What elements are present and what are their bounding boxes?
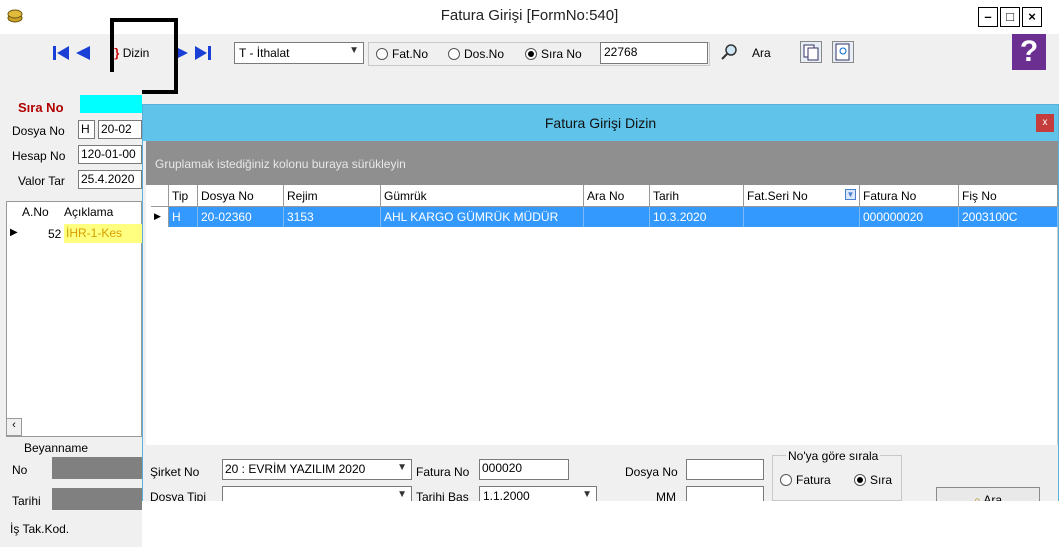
ara-button[interactable]: Ara	[716, 42, 786, 64]
sort-radio-fatura[interactable]	[780, 474, 792, 486]
dialog-bottom-strip	[142, 501, 1059, 547]
col-header[interactable]: Rejim	[284, 185, 381, 207]
sort-sira-label[interactable]: Sıra	[870, 473, 892, 487]
maximize-button[interactable]: □	[1000, 7, 1020, 27]
close-button[interactable]: ×	[1022, 7, 1042, 27]
beyanname-tarihi-field[interactable]	[52, 488, 142, 510]
is-tak-label: İş Tak.Kod.	[10, 522, 70, 536]
row-ano: 52	[48, 227, 62, 241]
table-cell: AHL KARGO GÜMRÜK MÜDÜR	[381, 207, 584, 227]
sirket-no-value: 20 : EVRİM YAZILIM 2020	[225, 462, 366, 476]
row-aciklama[interactable]: İHR-1-Kes	[64, 224, 142, 243]
scroll-left-button[interactable]: ‹	[6, 418, 22, 436]
dosya-no-filter-label: Dosya No	[625, 465, 678, 479]
fatura-no-label: Fatura No	[416, 465, 470, 479]
dosya-no-field[interactable]: 20-02	[98, 120, 142, 139]
dosya-no-label: Dosya No	[12, 124, 65, 138]
col-header[interactable]: Ara No	[584, 185, 650, 207]
chevron-down-icon: ▼	[397, 462, 407, 473]
col-header[interactable]: Fatura No	[860, 185, 959, 207]
sirket-no-select[interactable]: 20 : EVRİM YAZILIM 2020 ▼	[222, 459, 412, 480]
chevron-down-icon: ▼	[349, 45, 359, 56]
sort-fatura-label[interactable]: Fatura	[796, 473, 831, 487]
search-input[interactable]: 22768	[600, 42, 708, 64]
col-header-label: Fat.Seri No	[747, 189, 808, 203]
beyanname-no-label: No	[12, 463, 28, 477]
radio-fat-no-label[interactable]: Fat.No	[392, 47, 428, 61]
valor-tar-field[interactable]: 25.4.2020	[78, 170, 142, 189]
table-cell: 20-02360	[198, 207, 284, 227]
last-record-icon[interactable]	[194, 44, 212, 62]
col-header[interactable]: Dosya No	[198, 185, 284, 207]
col-aciklama: Açıklama	[64, 205, 114, 219]
preview-icon[interactable]	[832, 41, 854, 63]
hesap-no-label: Hesap No	[12, 149, 66, 163]
row-pointer-icon: ▶	[151, 207, 169, 227]
previous-record-icon[interactable]	[74, 44, 92, 62]
table-row[interactable]: ▶ H 20-02360 3153 AHL KARGO GÜMRÜK MÜDÜR…	[151, 207, 1058, 227]
radio-sira-no-label[interactable]: Sıra No	[541, 47, 582, 61]
row-indicator-header	[151, 185, 169, 207]
radio-fat-no[interactable]	[376, 48, 388, 60]
col-header-fat-seri[interactable]: Fat.Seri No ▼	[744, 185, 860, 207]
table-cell: 2003100C	[959, 207, 1058, 227]
dosya-no-prefix-field[interactable]: H	[78, 120, 95, 139]
beyanname-tarihi-label: Tarihi	[12, 494, 41, 508]
table-cell: 10.3.2020	[650, 207, 744, 227]
results-grid: Tip Dosya No Rejim Gümrük Ara No Tarih F…	[151, 185, 1058, 445]
col-header[interactable]: Fiş No	[959, 185, 1058, 207]
col-header[interactable]: Tarih	[650, 185, 744, 207]
col-ano: A.No	[22, 205, 49, 219]
table-cell: 000000020	[860, 207, 959, 227]
import-type-value: T - İthalat	[239, 46, 290, 60]
chevron-down-icon: ▼	[397, 489, 407, 500]
col-header[interactable]: Gümrük	[381, 185, 584, 207]
table-cell	[584, 207, 650, 227]
first-record-icon[interactable]	[52, 44, 70, 62]
group-by-area[interactable]: Gruplamak istediğiniz kolonu buraya sürü…	[146, 141, 1058, 185]
table-cell	[744, 207, 860, 227]
beyanname-no-field[interactable]	[52, 457, 142, 479]
search-icon	[720, 43, 738, 64]
sirket-no-label: Şirket No	[150, 465, 200, 479]
ara-label: Ara	[752, 46, 771, 60]
sira-no-field[interactable]	[80, 95, 142, 113]
dizin-dialog: Fatura Girişi Dizin x Gruplamak istediği…	[142, 104, 1059, 547]
sort-group-label: No'ya göre sırala	[786, 449, 881, 463]
sort-radio-sira[interactable]	[854, 474, 866, 486]
filter-icon[interactable]: ▼	[845, 189, 856, 200]
chevron-down-icon: ▼	[582, 489, 592, 500]
table-cell: 3153	[284, 207, 381, 227]
dialog-title-bar: Fatura Girişi Dizin x	[143, 105, 1058, 141]
dialog-title: Fatura Girişi Dizin	[544, 115, 657, 131]
row-pointer-icon: ▶	[10, 227, 18, 238]
radio-dos-no-label[interactable]: Dos.No	[464, 47, 504, 61]
help-icon[interactable]: ?	[1012, 34, 1046, 70]
minimize-button[interactable]: –	[978, 7, 998, 27]
valor-tar-label: Valor Tar	[18, 174, 65, 188]
radio-dos-no[interactable]	[448, 48, 460, 60]
dialog-close-button[interactable]: x	[1036, 114, 1054, 132]
beyanname-label: Beyanname	[24, 441, 89, 455]
copy-icon[interactable]	[800, 41, 822, 63]
fatura-no-field[interactable]: 000020	[479, 459, 569, 480]
sira-no-label: Sıra No	[18, 100, 64, 115]
hesap-no-field[interactable]: 120-01-00	[78, 145, 142, 164]
import-type-select[interactable]: T - İthalat ▼	[234, 42, 364, 64]
radio-sira-no[interactable]	[525, 48, 537, 60]
table-cell: H	[169, 207, 198, 227]
dosya-no-filter-field[interactable]	[686, 459, 764, 480]
col-header[interactable]: Tip	[169, 185, 198, 207]
